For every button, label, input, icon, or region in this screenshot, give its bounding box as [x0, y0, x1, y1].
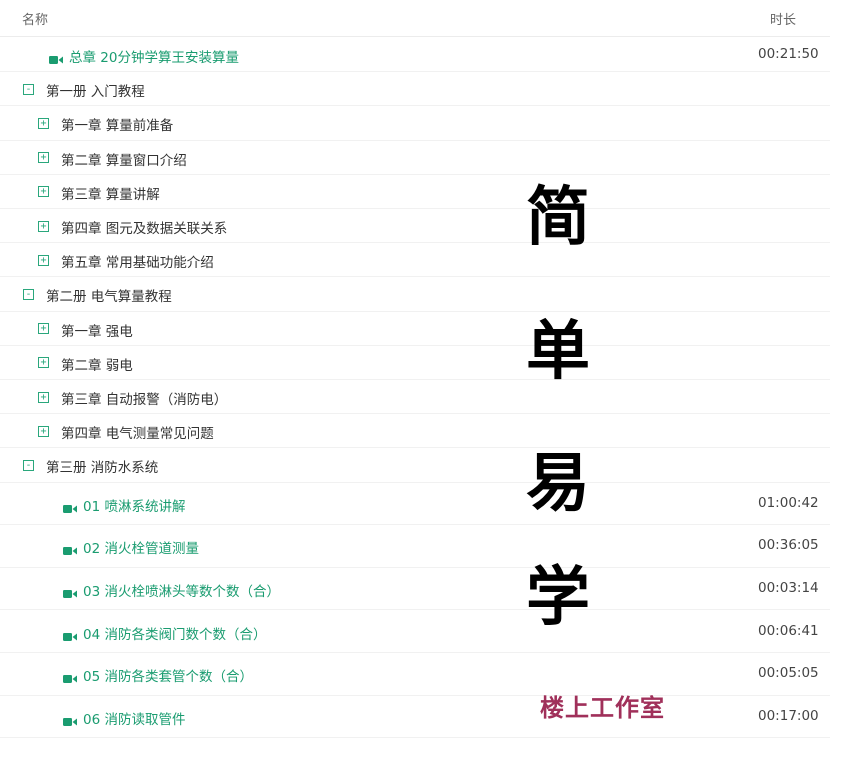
video-title-link[interactable]: 03 消火栓喷淋头等数个数（合） — [83, 580, 280, 600]
video-row[interactable]: 06 消防读取管件 00:17:00 — [0, 696, 830, 739]
video-row[interactable]: 03 消火栓喷淋头等数个数（合） 00:03:14 — [0, 568, 830, 611]
folder-label: 第四章 电气测量常见问题 — [61, 426, 214, 443]
folder-row[interactable]: + 第四章 电气测量常见问题 — [0, 414, 830, 449]
video-camera-icon — [63, 541, 77, 556]
folder-row[interactable]: - 第一册 入门教程 — [0, 72, 830, 107]
folder-row[interactable]: - 第三册 消防水系统 — [0, 448, 830, 483]
video-camera-icon — [63, 627, 77, 641]
folder-row[interactable]: + 第五章 常用基础功能介绍 — [0, 243, 830, 278]
list-header: 名称 时长 — [0, 0, 830, 37]
slogan-char: 学 — [526, 560, 590, 635]
slogan-char: 单 — [526, 314, 590, 389]
video-camera-icon — [49, 50, 63, 65]
video-title-link[interactable]: 05 消防各类套管个数（合） — [83, 665, 253, 685]
folder-label: 第二章 算量窗口介绍 — [61, 152, 187, 169]
collapse-minus-icon[interactable]: - — [23, 288, 34, 300]
video-duration: 01:00:42 — [758, 494, 819, 511]
duration-column-header[interactable]: 时长 — [770, 9, 796, 28]
folder-row[interactable]: + 第一章 算量前准备 — [0, 106, 830, 141]
folder-label: 第三册 消防水系统 — [46, 460, 159, 477]
video-camera-icon — [63, 584, 77, 599]
folder-label: 第一册 入门教程 — [46, 84, 145, 101]
video-title-link[interactable]: 02 消火栓管道测量 — [83, 537, 199, 557]
folder-row[interactable]: + 第三章 算量讲解 — [0, 175, 830, 209]
expand-plus-icon[interactable]: + — [38, 220, 49, 232]
name-column-header[interactable]: 名称 — [22, 9, 48, 28]
folder-label: 第二章 弱电 — [61, 357, 133, 374]
folder-row[interactable]: + 第四章 图元及数据关联关系 — [0, 209, 830, 244]
video-title-link[interactable]: 04 消防各类阀门数个数（合） — [83, 623, 266, 643]
folder-label: 第三章 自动报警（消防电） — [61, 392, 228, 409]
expand-plus-icon[interactable]: + — [38, 323, 49, 335]
video-duration: 00:36:05 — [758, 537, 819, 554]
video-duration: 00:05:05 — [758, 665, 819, 682]
slogan-char: 简 — [526, 180, 590, 255]
video-row[interactable]: 05 消防各类套管个数（合） 00:05:05 — [0, 653, 830, 696]
folder-label: 第二册 电气算量教程 — [46, 289, 172, 306]
folder-label: 第一章 算量前准备 — [61, 118, 174, 135]
folder-label: 第一章 强电 — [61, 323, 133, 340]
expand-plus-icon[interactable]: + — [38, 391, 49, 403]
folder-label: 第三章 算量讲解 — [61, 186, 160, 203]
expand-plus-icon[interactable]: + — [38, 425, 49, 437]
studio-watermark: 楼上工作室 — [540, 694, 665, 722]
video-duration: 00:06:41 — [758, 622, 819, 639]
folder-row[interactable]: + 第一章 强电 — [0, 312, 830, 346]
expand-plus-icon[interactable]: + — [38, 117, 49, 129]
folder-label: 第四章 图元及数据关联关系 — [61, 221, 228, 238]
video-duration: 00:17:00 — [758, 707, 819, 724]
video-camera-icon — [63, 499, 77, 513]
video-row[interactable]: 02 消火栓管道测量 00:36:05 — [0, 525, 830, 568]
slogan-char: 易 — [526, 446, 590, 521]
collapse-minus-icon[interactable]: - — [23, 459, 34, 471]
expand-plus-icon[interactable]: + — [38, 152, 49, 164]
folder-row[interactable]: + 第二章 弱电 — [0, 346, 830, 380]
video-title-link[interactable]: 06 消防读取管件 — [83, 708, 185, 728]
video-row[interactable]: 01 喷淋系统讲解 01:00:42 — [0, 483, 830, 526]
expand-plus-icon[interactable]: + — [38, 186, 49, 198]
video-row[interactable]: 04 消防各类阀门数个数（合） 00:06:41 — [0, 610, 830, 653]
video-title-link[interactable]: 01 喷淋系统讲解 — [83, 495, 185, 515]
folder-row[interactable]: + 第二章 算量窗口介绍 — [0, 141, 830, 175]
video-row[interactable]: 总章 20分钟学算王安装算量 00:21:50 — [0, 38, 830, 73]
video-duration: 00:03:14 — [758, 580, 819, 597]
expand-plus-icon[interactable]: + — [38, 254, 49, 266]
collapse-minus-icon[interactable]: - — [23, 83, 34, 95]
video-title-link[interactable]: 总章 20分钟学算王安装算量 — [69, 46, 239, 66]
folder-row[interactable]: - 第二册 电气算量教程 — [0, 277, 830, 312]
expand-plus-icon[interactable]: + — [38, 357, 49, 369]
video-camera-icon — [63, 669, 77, 684]
folder-label: 第五章 常用基础功能介绍 — [61, 255, 214, 272]
video-duration: 00:21:50 — [758, 46, 819, 63]
folder-row[interactable]: + 第三章 自动报警（消防电） — [0, 380, 830, 415]
video-camera-icon — [63, 712, 77, 726]
